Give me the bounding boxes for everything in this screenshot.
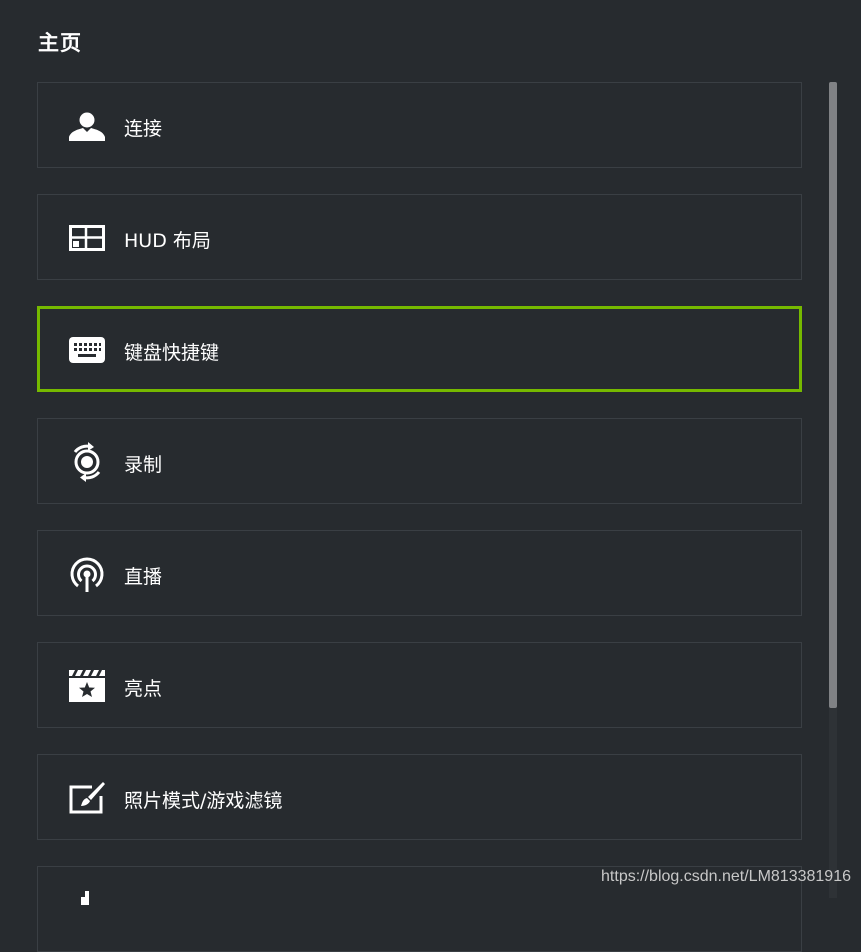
- photo-mode-icon: [68, 779, 106, 817]
- menu-item-label: 直播: [124, 566, 163, 588]
- watermark: https://blog.csdn.net/LM813381916: [601, 868, 851, 885]
- hud-layout-icon: [68, 219, 106, 257]
- menu-item-label: 亮点: [124, 678, 163, 700]
- menu-item-label: HUD 布局: [124, 230, 211, 252]
- menu-item-keyboard-shortcuts[interactable]: 键盘快捷键: [37, 306, 802, 392]
- menu-item-connection[interactable]: 连接: [37, 82, 802, 168]
- menu-item-label: 键盘快捷键: [124, 342, 220, 364]
- menu-item-broadcast[interactable]: 直播: [37, 530, 802, 616]
- person-icon: [68, 107, 106, 145]
- menu-item-label: 照片模式/游戏滤镜: [124, 790, 283, 812]
- menu-item-highlights[interactable]: 亮点: [37, 642, 802, 728]
- menu-item-label: 连接: [124, 118, 163, 140]
- menu-item-hud-layout[interactable]: HUD 布局: [37, 194, 802, 280]
- menu-item-recording[interactable]: 录制: [37, 418, 802, 504]
- page-title: 主页: [38, 31, 82, 55]
- highlights-icon: [68, 667, 106, 705]
- performance-icon: [68, 891, 106, 929]
- record-icon: [68, 442, 106, 482]
- menu-item-photo-mode[interactable]: 照片模式/游戏滤镜: [37, 754, 802, 840]
- broadcast-icon: [68, 555, 106, 593]
- scrollbar-thumb[interactable]: [829, 82, 837, 708]
- keyboard-icon: [68, 331, 106, 369]
- menu-item-label: 录制: [124, 454, 163, 476]
